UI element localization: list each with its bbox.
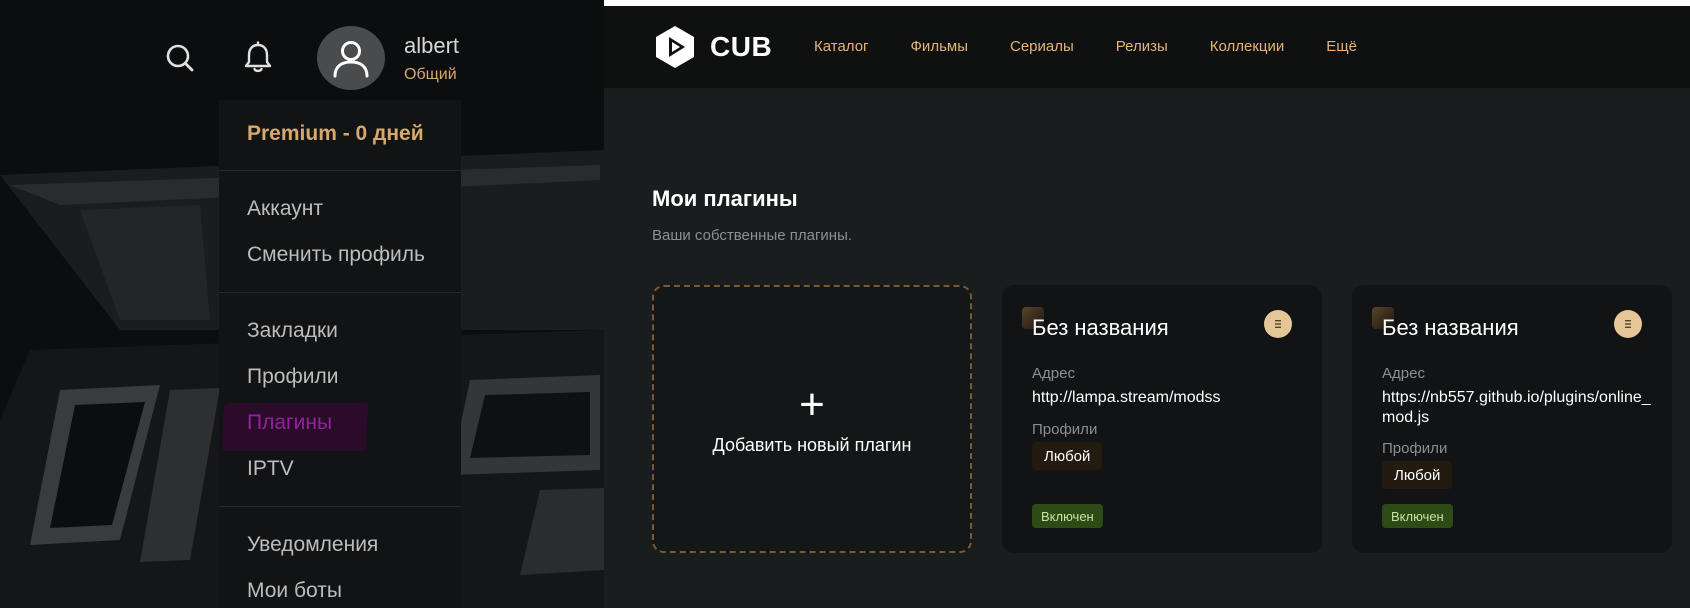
add-plugin-card[interactable]: + Добавить новый плагин	[652, 285, 972, 553]
nav-item-releases[interactable]: Релизы	[1116, 38, 1168, 55]
premium-status[interactable]: Premium - 0 дней	[247, 122, 424, 146]
plugin-card[interactable]: Без названия Адрес https://nb557.github.…	[1352, 285, 1672, 553]
plugin-profiles-label: Профили	[1382, 440, 1448, 457]
logo[interactable]: CUB	[652, 24, 772, 70]
plugin-status-badge[interactable]: Включен	[1382, 504, 1453, 528]
plugin-title: Без названия	[1382, 315, 1519, 340]
user-icon	[333, 41, 369, 78]
left-panel: albert Общий Premium - 0 дней Аккаунт См…	[0, 0, 604, 608]
nav-item-movies[interactable]: Фильмы	[911, 38, 968, 55]
add-plugin-label: Добавить новый плагин	[712, 434, 912, 455]
user-name: albert	[404, 33, 460, 58]
avatar[interactable]	[317, 26, 385, 90]
menu-lines-icon	[1625, 320, 1631, 328]
menu-item-profiles[interactable]: Профили	[247, 365, 338, 389]
main-nav: Каталог Фильмы Сериалы Релизы Коллекции …	[814, 38, 1399, 55]
search-icon	[166, 44, 194, 72]
bell-icon	[244, 41, 272, 73]
plugin-title: Без названия	[1032, 315, 1169, 340]
plugin-address-label: Адрес	[1382, 365, 1425, 382]
plugin-profiles-label: Профили	[1032, 421, 1098, 438]
menu-item-plugins[interactable]: Плагины	[247, 411, 332, 435]
menu-item-bookmarks[interactable]: Закладки	[247, 319, 338, 343]
notifications-button[interactable]	[234, 34, 282, 82]
menu-lines-icon	[1275, 320, 1281, 328]
page-title: Мои плагины	[652, 186, 798, 211]
plugin-card[interactable]: Без названия Адрес http://lampa.stream/m…	[1002, 285, 1322, 553]
menu-item-notifications[interactable]: Уведомления	[247, 533, 378, 557]
menu-divider	[219, 292, 461, 293]
plus-icon: +	[799, 379, 825, 429]
user-role: Общий	[404, 66, 457, 83]
menu-item-my-bots[interactable]: Мои боты	[247, 579, 342, 603]
nav-item-series[interactable]: Сериалы	[1010, 38, 1074, 55]
nav-item-catalog[interactable]: Каталог	[814, 38, 869, 55]
plugin-profile-badge[interactable]: Любой	[1032, 442, 1103, 470]
menu-divider	[219, 170, 461, 171]
plugin-address-label: Адрес	[1032, 365, 1075, 382]
account-menu: Premium - 0 дней Аккаунт Сменить профиль…	[219, 100, 461, 608]
plugin-address: http://lampa.stream/modss	[1032, 389, 1221, 406]
logo-text: CUB	[710, 31, 773, 62]
menu-item-switch-profile[interactable]: Сменить профиль	[247, 243, 425, 267]
right-panel: CUB Каталог Фильмы Сериалы Релизы Коллек…	[604, 0, 1690, 608]
plugin-menu-button[interactable]	[1614, 310, 1642, 338]
nav-item-collections[interactable]: Коллекции	[1210, 38, 1285, 55]
search-button[interactable]	[156, 34, 204, 82]
menu-divider	[219, 506, 461, 507]
plugin-menu-button[interactable]	[1264, 310, 1292, 338]
app-header: CUB Каталог Фильмы Сериалы Релизы Коллек…	[604, 6, 1690, 88]
plugin-status-badge[interactable]: Включен	[1032, 504, 1103, 528]
plugin-address: https://nb557.github.io/plugins/online_m…	[1382, 389, 1651, 426]
nav-item-more[interactable]: Ещё	[1326, 38, 1357, 55]
menu-item-iptv[interactable]: IPTV	[247, 457, 294, 481]
page-subtitle: Ваши собственные плагины.	[652, 227, 853, 244]
play-logo-icon	[656, 26, 694, 68]
plugin-profile-badge[interactable]: Любой	[1382, 461, 1453, 489]
menu-item-account[interactable]: Аккаунт	[247, 197, 323, 221]
